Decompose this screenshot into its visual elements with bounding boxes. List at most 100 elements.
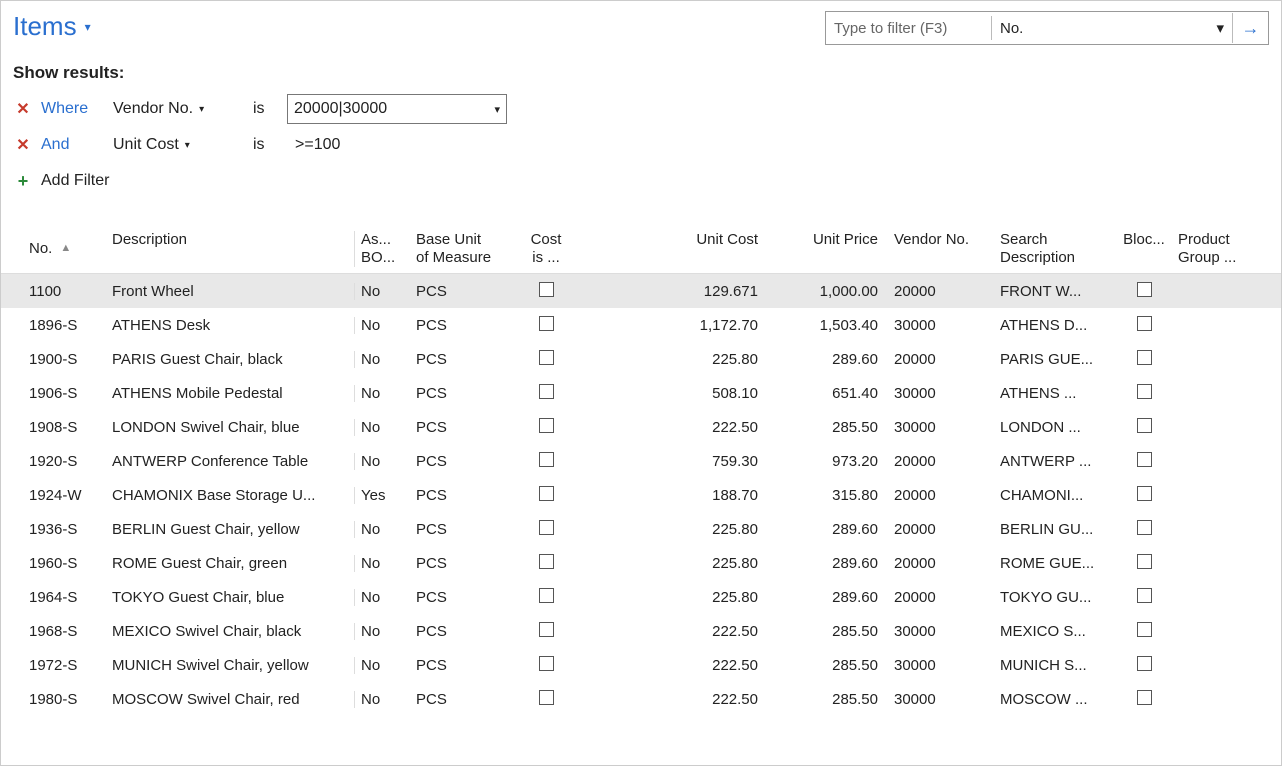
chevron-down-icon[interactable]: ▾ [85, 20, 91, 34]
table-row[interactable]: 1936-S BERLIN Guest Chair, yellow No PCS… [1, 512, 1281, 546]
col-header-unitcost[interactable]: Unit Cost [574, 231, 764, 267]
table-row[interactable]: 1980-S MOSCOW Swivel Chair, red No PCS 2… [1, 682, 1281, 716]
cell-vendor: 20000 [884, 453, 994, 470]
filter-section: Show results: ✕ Where Vendor No. ▾ is 20… [1, 49, 1281, 199]
cell-unitcost: 225.80 [574, 555, 764, 572]
cell-cost-checkbox[interactable] [518, 282, 574, 301]
cell-cost-checkbox[interactable] [518, 384, 574, 403]
col-header-vendor[interactable]: Vendor No. [884, 231, 994, 267]
cell-cost-checkbox[interactable] [518, 486, 574, 505]
filter-value-dropdown[interactable]: 20000|30000 ▾ [287, 94, 507, 124]
col-header-vendor-label: Vendor No. [894, 231, 988, 249]
cell-bloc-checkbox[interactable] [1116, 350, 1172, 369]
table-row[interactable]: 1906-S ATHENS Mobile Pedestal No PCS 508… [1, 376, 1281, 410]
col-header-pgroup[interactable]: Product Group ... [1172, 231, 1272, 267]
col-header-no[interactable]: No. ▲ [1, 231, 106, 267]
cell-bloc-checkbox[interactable] [1116, 520, 1172, 539]
cell-cost-checkbox[interactable] [518, 452, 574, 471]
cell-bloc-checkbox[interactable] [1116, 316, 1172, 335]
cell-bloc-checkbox[interactable] [1116, 622, 1172, 641]
table-row[interactable]: 1960-S ROME Guest Chair, green No PCS 22… [1, 546, 1281, 580]
cell-bloc-checkbox[interactable] [1116, 486, 1172, 505]
checkbox-icon [539, 486, 554, 501]
cell-asbom: No [354, 555, 410, 572]
filter-field-label: No. [1000, 20, 1023, 37]
cell-bloc-checkbox[interactable] [1116, 588, 1172, 607]
cell-unitcost: 222.50 [574, 691, 764, 708]
cell-search: PARIS GUE... [994, 351, 1116, 368]
table-row[interactable]: 1908-S LONDON Swivel Chair, blue No PCS … [1, 410, 1281, 444]
cell-no: 1906-S [1, 385, 106, 402]
cell-description: TOKYO Guest Chair, blue [106, 589, 354, 606]
cell-no: 1972-S [1, 657, 106, 674]
cell-cost-checkbox[interactable] [518, 418, 574, 437]
cell-uom: PCS [410, 691, 518, 708]
go-button[interactable]: → [1232, 13, 1268, 43]
table-row[interactable]: 1972-S MUNICH Swivel Chair, yellow No PC… [1, 648, 1281, 682]
remove-filter-icon[interactable]: ✕ [13, 135, 33, 155]
checkbox-icon [539, 384, 554, 399]
cell-bloc-checkbox[interactable] [1116, 282, 1172, 301]
col-header-cost-l2: is ... [524, 249, 568, 267]
checkbox-icon [1137, 690, 1152, 705]
cell-cost-checkbox[interactable] [518, 588, 574, 607]
col-header-asbom[interactable]: As... BO... [354, 231, 410, 267]
cell-bloc-checkbox[interactable] [1116, 452, 1172, 471]
checkbox-icon [539, 588, 554, 603]
cell-no: 1968-S [1, 623, 106, 640]
cell-bloc-checkbox[interactable] [1116, 690, 1172, 709]
filter-field-selector[interactable]: Unit Cost ▾ [113, 136, 245, 154]
cell-bloc-checkbox[interactable] [1116, 384, 1172, 403]
table-row[interactable]: 1100 Front Wheel No PCS 129.671 1,000.00… [1, 274, 1281, 308]
cell-unitcost: 225.80 [574, 521, 764, 538]
col-header-cost[interactable]: Cost is ... [518, 231, 574, 267]
remove-filter-icon[interactable]: ✕ [13, 99, 33, 119]
cell-cost-checkbox[interactable] [518, 690, 574, 709]
filter-row: ✕ Where Vendor No. ▾ is 20000|30000 ▾ [13, 91, 1269, 127]
cell-cost-checkbox[interactable] [518, 316, 574, 335]
cell-unitcost: 222.50 [574, 657, 764, 674]
cell-no: 1964-S [1, 589, 106, 606]
filter-field-selector[interactable]: Vendor No. ▾ [113, 100, 245, 118]
cell-cost-checkbox[interactable] [518, 656, 574, 675]
items-grid: No. ▲ Description As... BO... Base Unit … [1, 225, 1281, 716]
table-row[interactable]: 1968-S MEXICO Swivel Chair, black No PCS… [1, 614, 1281, 648]
col-header-search[interactable]: Search Description [994, 231, 1116, 267]
col-header-bloc[interactable]: Bloc... [1116, 231, 1172, 267]
cell-cost-checkbox[interactable] [518, 520, 574, 539]
filter-input[interactable] [826, 13, 991, 43]
add-filter-row[interactable]: + Add Filter [13, 163, 1269, 199]
cell-search: ANTWERP ... [994, 453, 1116, 470]
table-row[interactable]: 1924-W CHAMONIX Base Storage U... Yes PC… [1, 478, 1281, 512]
cell-unitcost: 759.30 [574, 453, 764, 470]
filter-field-dropdown[interactable]: No. ▾ [992, 13, 1232, 43]
table-row[interactable]: 1964-S TOKYO Guest Chair, blue No PCS 22… [1, 580, 1281, 614]
page-header: Items ▾ No. ▾ → [1, 1, 1281, 49]
cell-vendor: 20000 [884, 589, 994, 606]
table-row[interactable]: 1896-S ATHENS Desk No PCS 1,172.70 1,503… [1, 308, 1281, 342]
checkbox-icon [539, 282, 554, 297]
arrow-right-icon: → [1242, 18, 1260, 39]
cell-vendor: 30000 [884, 419, 994, 436]
table-row[interactable]: 1920-S ANTWERP Conference Table No PCS 7… [1, 444, 1281, 478]
checkbox-icon [1137, 452, 1152, 467]
cell-bloc-checkbox[interactable] [1116, 418, 1172, 437]
checkbox-icon [1137, 588, 1152, 603]
col-header-description[interactable]: Description [106, 231, 354, 267]
cell-cost-checkbox[interactable] [518, 622, 574, 641]
cell-unitcost: 508.10 [574, 385, 764, 402]
checkbox-icon [1137, 486, 1152, 501]
cell-search: FRONT W... [994, 283, 1116, 300]
filter-field-label: Unit Cost [113, 136, 179, 154]
cell-no: 1924-W [1, 487, 106, 504]
checkbox-icon [1137, 554, 1152, 569]
table-row[interactable]: 1900-S PARIS Guest Chair, black No PCS 2… [1, 342, 1281, 376]
col-header-unitprice[interactable]: Unit Price [764, 231, 884, 267]
cell-asbom: No [354, 385, 410, 402]
col-header-uom[interactable]: Base Unit of Measure [410, 231, 518, 267]
cell-cost-checkbox[interactable] [518, 554, 574, 573]
checkbox-icon [539, 452, 554, 467]
cell-bloc-checkbox[interactable] [1116, 656, 1172, 675]
cell-bloc-checkbox[interactable] [1116, 554, 1172, 573]
cell-cost-checkbox[interactable] [518, 350, 574, 369]
